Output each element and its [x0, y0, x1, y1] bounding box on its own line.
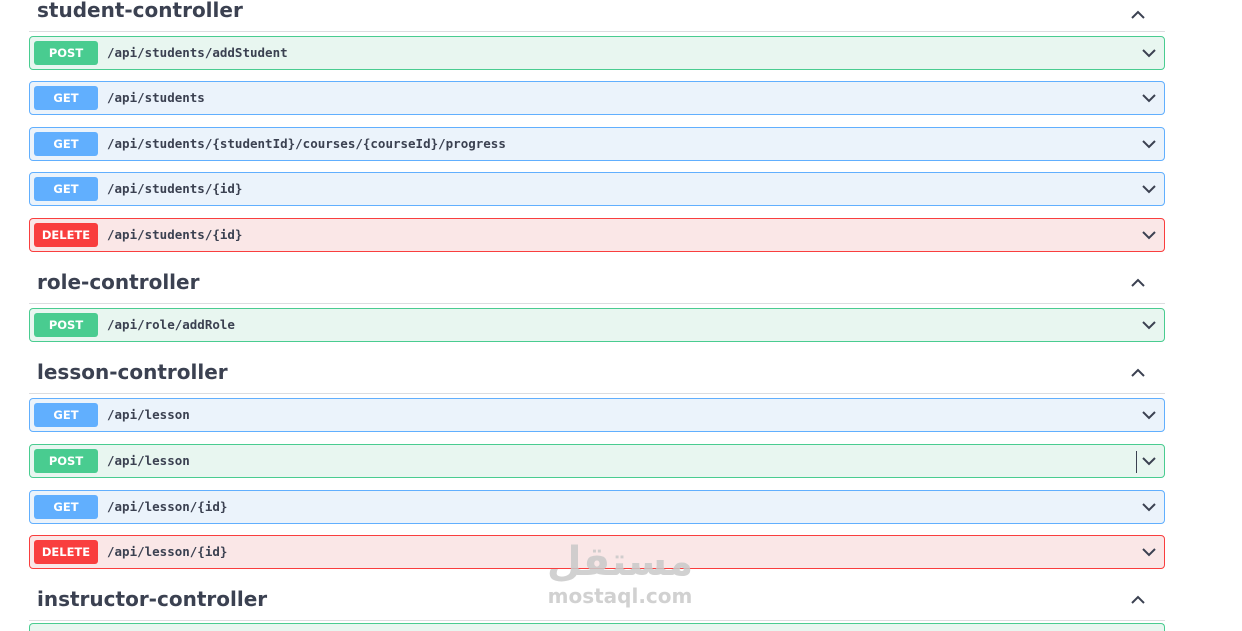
method-badge: GET — [34, 86, 98, 110]
method-badge: DELETE — [34, 540, 98, 564]
section-title: student-controller — [37, 0, 243, 22]
chevron-down-icon[interactable] — [1140, 89, 1158, 107]
operation-path: /api/students/{studentId}/courses/{cours… — [107, 136, 506, 151]
section-header-role-controller[interactable]: role-controller — [29, 268, 1165, 304]
chevron-down-icon[interactable] — [1140, 316, 1158, 334]
watermark-latin: mostaql.com — [547, 584, 693, 608]
operation-path: /api/students/{id} — [107, 181, 243, 196]
chevron-up-icon[interactable] — [1129, 591, 1147, 609]
chevron-down-icon[interactable] — [1140, 498, 1158, 516]
chevron-down-icon[interactable] — [1140, 226, 1158, 244]
section-header-student-controller[interactable]: student-controller — [29, 0, 1165, 32]
section-title: lesson-controller — [37, 360, 228, 384]
operation-path: /api/students — [107, 90, 205, 105]
operation-delete-student[interactable]: DELETE /api/students/{id} — [29, 218, 1165, 252]
focus-cursor — [1136, 451, 1137, 473]
operation-path: /api/lesson — [107, 407, 190, 422]
method-badge: GET — [34, 177, 98, 201]
watermark: مستقل mostaql.com — [540, 540, 700, 608]
operation-get-lesson-by-id[interactable]: GET /api/lesson/{id} — [29, 490, 1165, 524]
chevron-down-icon[interactable] — [1140, 406, 1158, 424]
method-badge: POST — [34, 41, 98, 65]
chevron-down-icon[interactable] — [1140, 452, 1158, 470]
chevron-up-icon[interactable] — [1129, 274, 1147, 292]
watermark-arabic: مستقل — [546, 539, 694, 585]
method-badge: DELETE — [34, 223, 98, 247]
chevron-up-icon[interactable] — [1129, 364, 1147, 382]
method-badge: GET — [34, 495, 98, 519]
chevron-up-icon[interactable] — [1129, 6, 1147, 24]
operation-get-student-by-id[interactable]: GET /api/students/{id} — [29, 172, 1165, 206]
operation-post-lesson[interactable]: POST /api/lesson — [29, 444, 1165, 478]
operation-path: /api/role/addRole — [107, 317, 235, 332]
chevron-down-icon[interactable] — [1140, 543, 1158, 561]
operation-partially-visible[interactable] — [29, 623, 1165, 631]
operation-get-student-course-progress[interactable]: GET /api/students/{studentId}/courses/{c… — [29, 127, 1165, 161]
operation-path: /api/lesson — [107, 453, 190, 468]
operation-path: /api/students/{id} — [107, 227, 243, 242]
method-badge: POST — [34, 313, 98, 337]
operation-get-students[interactable]: GET /api/students — [29, 81, 1165, 115]
operation-path: /api/lesson/{id} — [107, 544, 228, 559]
operation-path: /api/students/addStudent — [107, 45, 288, 60]
operation-get-lessons[interactable]: GET /api/lesson — [29, 398, 1165, 432]
chevron-down-icon[interactable] — [1140, 135, 1158, 153]
method-badge: POST — [34, 449, 98, 473]
operation-path: /api/lesson/{id} — [107, 499, 228, 514]
operation-post-add-role[interactable]: POST /api/role/addRole — [29, 308, 1165, 342]
chevron-down-icon[interactable] — [1140, 44, 1158, 62]
chevron-down-icon[interactable] — [1140, 180, 1158, 198]
section-header-lesson-controller[interactable]: lesson-controller — [29, 358, 1165, 394]
method-badge: GET — [34, 132, 98, 156]
method-badge: GET — [34, 403, 98, 427]
section-title: role-controller — [37, 270, 200, 294]
operation-post-add-student[interactable]: POST /api/students/addStudent — [29, 36, 1165, 70]
section-title: instructor-controller — [37, 587, 268, 611]
